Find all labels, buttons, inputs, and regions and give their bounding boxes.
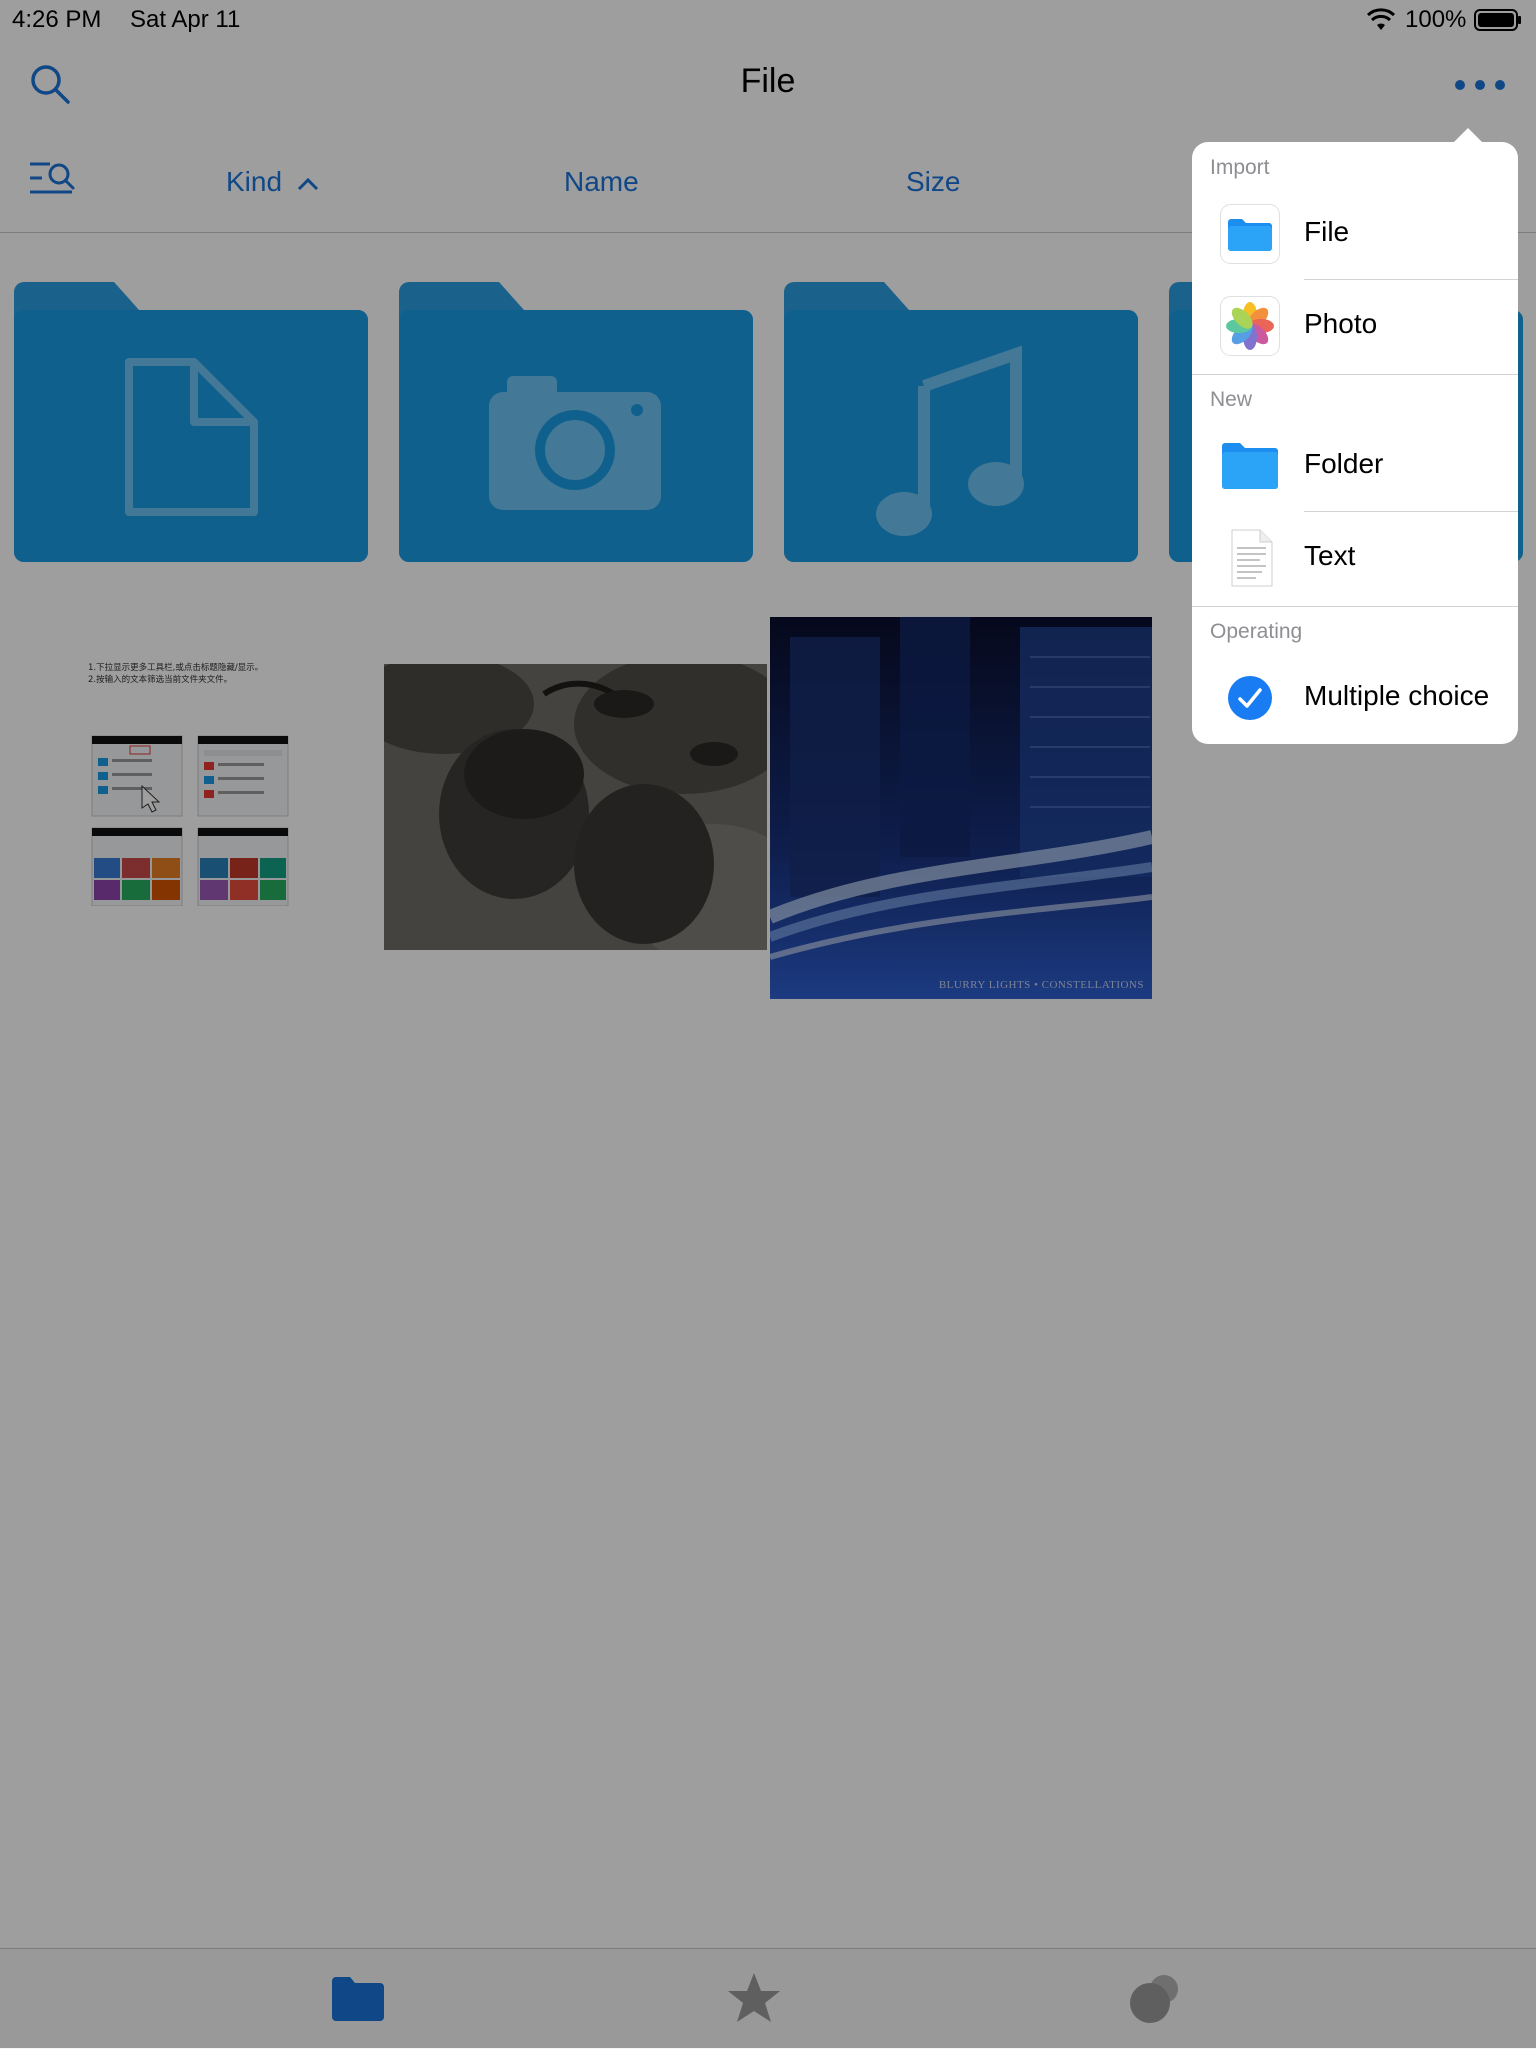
- import-section-header: Import: [1210, 156, 1270, 179]
- file-label: File: [1304, 216, 1350, 247]
- folder-icon: [1222, 443, 1278, 489]
- import-file-item[interactable]: File: [1192, 188, 1518, 280]
- new-section-header: New: [1210, 388, 1253, 411]
- section-divider: [1192, 606, 1518, 607]
- more-menu-popover: Import File Photo New Folder Text Operat…: [1192, 142, 1518, 744]
- files-app-icon: [1220, 204, 1280, 264]
- new-text-item[interactable]: Text: [1192, 512, 1518, 604]
- folder-label: Folder: [1304, 448, 1384, 479]
- photos-app-icon: [1220, 296, 1280, 356]
- checkmark-circle-icon: [1228, 676, 1272, 720]
- photo-label: Photo: [1304, 308, 1378, 339]
- section-divider: [1192, 374, 1518, 375]
- new-folder-item[interactable]: Folder: [1192, 420, 1518, 512]
- multiple-choice-item[interactable]: Multiple choice: [1192, 652, 1518, 744]
- multiple-choice-label: Multiple choice: [1304, 680, 1490, 711]
- operating-section-header: Operating: [1210, 620, 1303, 643]
- import-photo-item[interactable]: Photo: [1192, 280, 1518, 372]
- text-label: Text: [1304, 540, 1356, 571]
- text-document-icon: [1231, 529, 1273, 587]
